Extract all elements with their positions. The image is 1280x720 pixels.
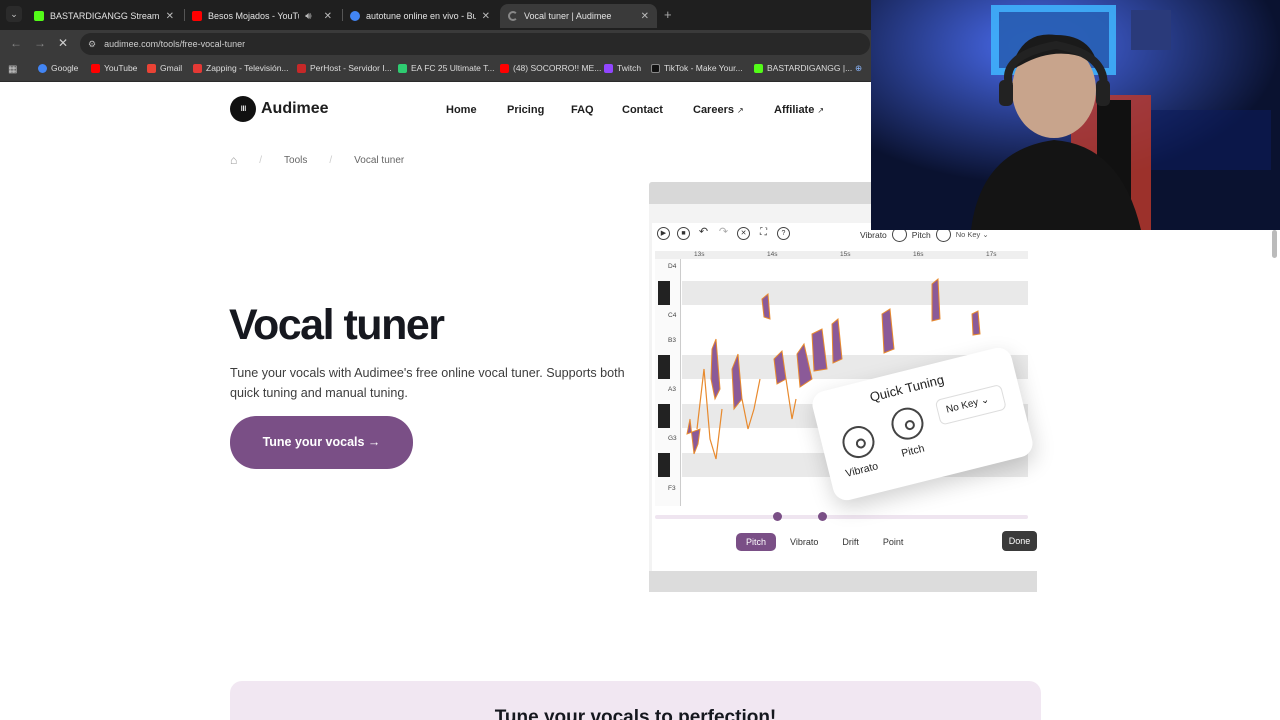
timeline-scrollbar[interactable]	[655, 515, 1028, 519]
new-tab-icon[interactable]: +	[664, 7, 672, 22]
features-banner: Tune your vocals to perfection!	[230, 681, 1041, 720]
nav-faq[interactable]: FAQ	[571, 104, 594, 116]
back-icon[interactable]: ←	[10, 36, 22, 50]
forward-icon[interactable]: →	[34, 36, 46, 50]
breadcrumb-current: Vocal tuner	[354, 154, 405, 166]
fullscreen-icon[interactable]: ⛶	[757, 227, 770, 240]
chevron-down-icon: ⌄	[979, 394, 991, 408]
time-tick: 14s	[767, 251, 778, 258]
tab-audimee-active[interactable]: Vocal tuner | Audimee ✕	[500, 4, 657, 28]
audio-wave-icon: ııı	[230, 96, 256, 122]
streamer-webcam-image	[871, 0, 1280, 230]
breadcrumb-tools[interactable]: Tools	[284, 155, 307, 166]
bookmark-gmail[interactable]: Gmail	[147, 63, 182, 73]
audimee-logo[interactable]: ııı Audimee	[230, 96, 329, 122]
scroll-handle-start[interactable]	[773, 512, 782, 521]
speaker-icon[interactable]: 🔊︎	[305, 11, 311, 22]
home-icon[interactable]: ⌂	[230, 153, 237, 167]
stop-icon[interactable]: ■	[677, 227, 690, 240]
bookmark-perhost[interactable]: PerHost - Servidor I...	[297, 63, 392, 73]
mode-pitch[interactable]: Pitch	[736, 533, 777, 551]
close-circle-icon[interactable]: ✕	[737, 227, 750, 240]
page-title: Vocal tuner	[229, 301, 445, 349]
pitch-knob-icon[interactable]	[888, 404, 927, 444]
url-field[interactable]: ⚙ audimee.com/tools/free-vocal-tuner	[80, 33, 870, 55]
scroll-handle-end[interactable]	[818, 512, 827, 521]
section-heading: Tune your vocals to perfection!	[494, 707, 777, 720]
tab-kick-stream[interactable]: BASTARDIGANGG Stream - Wat ✕	[26, 4, 182, 28]
bookmark-youtube[interactable]: YouTube	[91, 63, 137, 73]
tab-google-search[interactable]: autotune online en vivo - Busca ✕	[342, 4, 498, 28]
time-tick: 13s	[694, 251, 705, 258]
nav-home[interactable]: Home	[446, 104, 477, 116]
close-tab-icon[interactable]: ✕	[166, 11, 174, 22]
page-scrollbar[interactable]	[1272, 230, 1277, 258]
apps-grid-icon[interactable]: ▦	[8, 64, 17, 75]
tab-youtube[interactable]: Besos Mojados - YouTube 🔊︎ ✕	[184, 4, 340, 28]
google-favicon-icon	[350, 11, 360, 21]
help-icon[interactable]: ?	[777, 227, 790, 240]
nav-pricing[interactable]: Pricing	[507, 104, 544, 116]
time-tick: 15s	[840, 251, 851, 258]
mode-vibrato[interactable]: Vibrato	[780, 533, 828, 551]
mode-drift[interactable]: Drift	[832, 533, 869, 551]
play-icon[interactable]: ▶	[657, 227, 670, 240]
loading-spinner-icon	[508, 11, 518, 21]
youtube-favicon-icon	[192, 11, 202, 21]
done-button[interactable]: Done	[1002, 531, 1037, 551]
nav-contact[interactable]: Contact	[622, 104, 663, 116]
piano-keys: D4 C4 B3 A3 G3 F3	[655, 259, 681, 506]
mode-switcher: Pitch Vibrato Drift Point	[736, 533, 913, 551]
bookmark-zapping[interactable]: Zapping - Televisión...	[193, 63, 289, 73]
editor-toolbar: ▶ ■ ↶ ↷ ✕ ⛶ ?	[657, 227, 790, 240]
bookmark-overflow-icon[interactable]: ⊕	[855, 63, 862, 74]
bookmark-kick[interactable]: BASTARDIGANGG |...	[754, 63, 852, 73]
hero-subtitle: Tune your vocals with Audimee's free onl…	[230, 366, 625, 400]
bookmark-google[interactable]: Google	[38, 63, 78, 73]
external-link-icon: ↗	[817, 106, 825, 115]
bookmark-twitch[interactable]: Twitch	[604, 63, 641, 73]
external-link-icon: ↗	[736, 106, 744, 115]
time-tick: 16s	[913, 251, 924, 258]
bookmark-socorro[interactable]: (48) SOCORRO!! ME...	[500, 63, 601, 73]
bookmark-ea-fc[interactable]: EA FC 25 Ultimate T...	[398, 63, 494, 73]
tab-search-chevron-icon[interactable]: ⌄	[6, 6, 22, 22]
vibrato-knob-icon[interactable]	[839, 422, 878, 462]
nav-careers[interactable]: Careers ↗	[693, 104, 744, 116]
site-info-icon[interactable]: ⚙	[88, 39, 96, 50]
webcam-overlay	[871, 0, 1280, 230]
breadcrumb: ⌂ / Tools / Vocal tuner	[230, 153, 405, 167]
redo-icon[interactable]: ↷	[717, 227, 730, 240]
tune-vocals-button[interactable]: Tune your vocals →	[230, 416, 413, 469]
undo-icon[interactable]: ↶	[697, 227, 710, 240]
close-tab-icon[interactable]: ✕	[641, 11, 649, 22]
quick-key-select[interactable]: No Key ⌄	[934, 383, 1007, 426]
close-tab-icon[interactable]: ✕	[324, 11, 332, 22]
time-tick: 17s	[986, 251, 997, 258]
kick-favicon-icon	[34, 11, 44, 21]
close-tab-icon[interactable]: ✕	[482, 11, 490, 22]
bookmark-tiktok[interactable]: TikTok - Make Your...	[651, 63, 743, 73]
nav-affiliate[interactable]: Affiliate ↗	[774, 104, 824, 116]
key-select[interactable]: No Key ⌄	[956, 230, 989, 239]
mode-point[interactable]: Point	[873, 533, 914, 551]
stop-loading-icon[interactable]: ✕	[58, 36, 68, 50]
